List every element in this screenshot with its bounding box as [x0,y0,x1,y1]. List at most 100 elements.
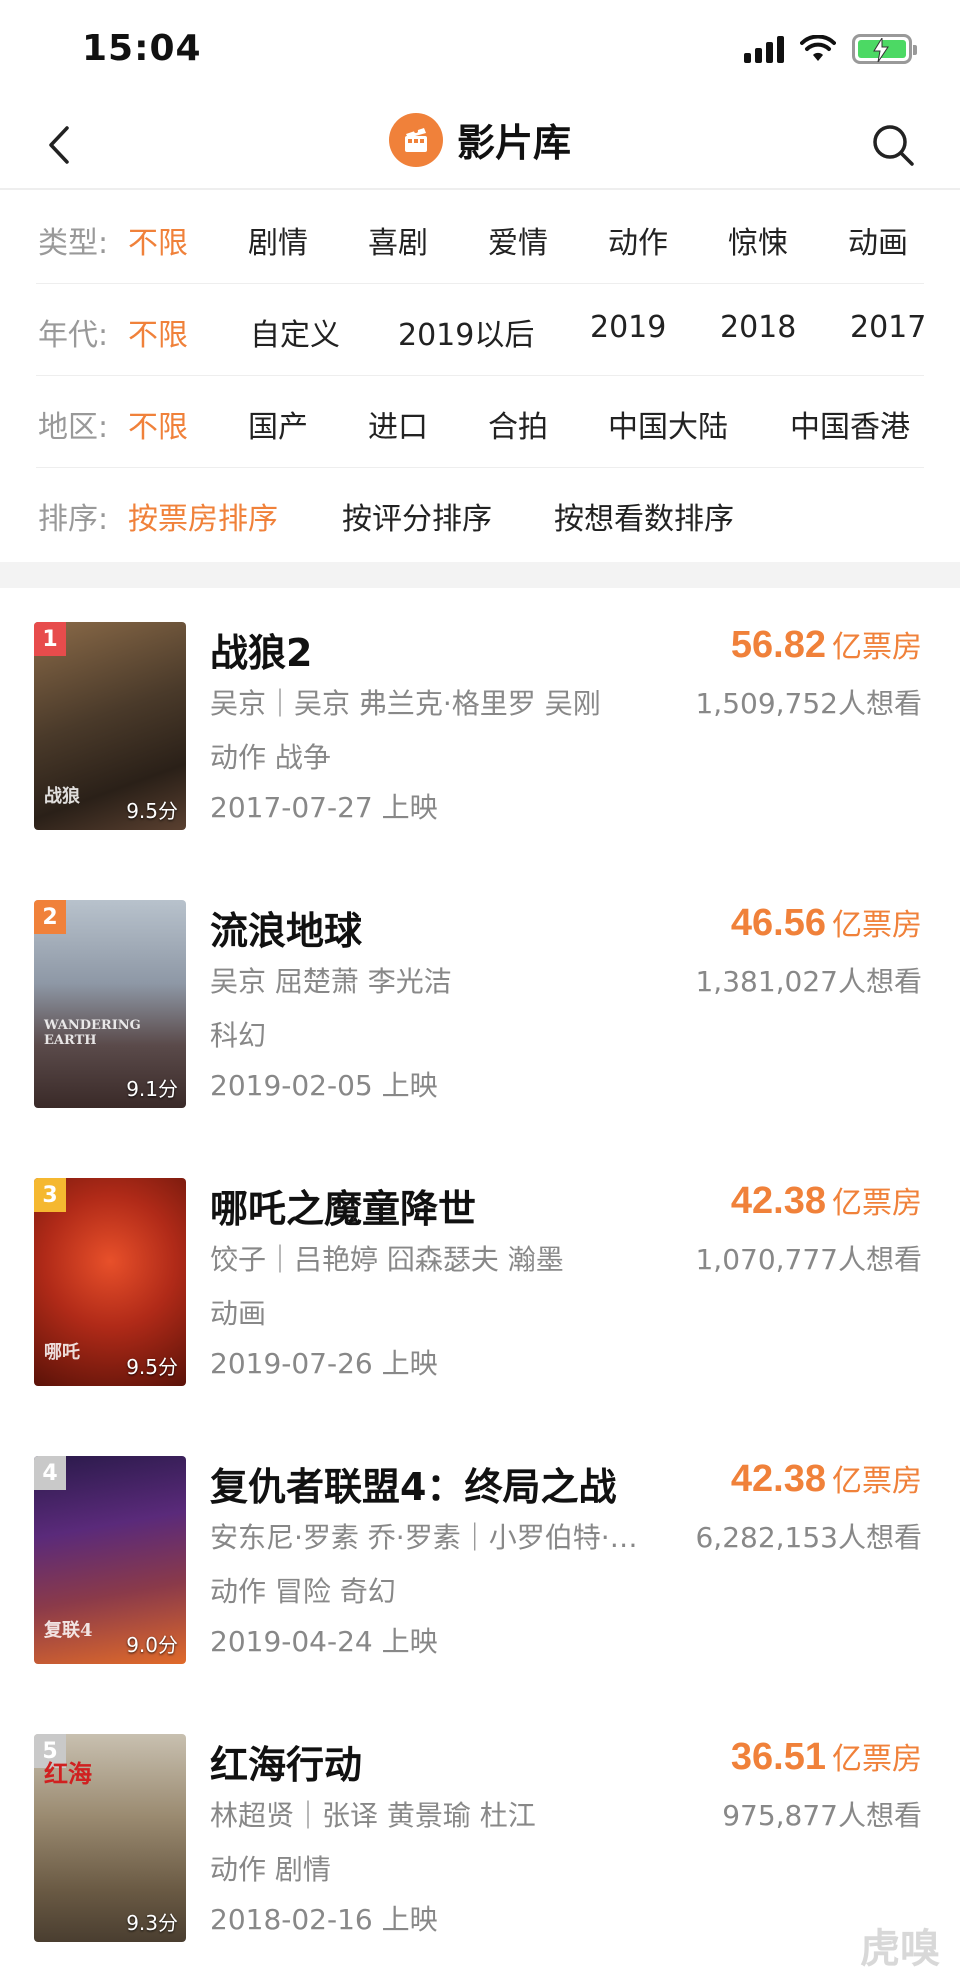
movie-release-date: 2017-07-27 上映 [210,791,438,824]
filter-year-2018[interactable]: 2018 [720,310,796,345]
poster-score: 9.5分 [126,1355,178,1379]
box-office-value: 42.38 [730,1180,826,1222]
poster-score: 9.3分 [126,1911,178,1935]
section-divider [0,562,960,588]
movie-title[interactable]: 战狼2 [210,622,312,677]
movie-item[interactable]: 5 红海 9.3分 红海行动 林超贤｜张译 黄景瑜 杜江 动作 剧情 2018-… [0,1700,960,1978]
want-count: 1,070,777人想看 [695,1243,922,1276]
box-office-unit: 亿票房 [832,908,922,943]
filter-label-region: 地区: [38,410,109,445]
filter-type-drama[interactable]: 剧情 [248,218,308,262]
status-bar: 15:04 [0,0,960,100]
filter-type-comedy[interactable]: 喜剧 [368,218,428,262]
signal-icon [744,35,784,63]
rank-badge: 1 [34,622,66,656]
poster-score: 9.1分 [126,1077,178,1101]
movie-cast: 吴京 屈楚萧 李光洁 [210,965,452,998]
filter-row-sort: 排序: 按票房排序 按评分排序 按想看数排序 [36,468,924,560]
filter-region-domestic[interactable]: 国产 [248,402,308,446]
filter-row-region: 地区: 不限 国产 进口 合拍 中国大陆 中国香港 [36,376,924,468]
movie-title[interactable]: 哪吒之魔童降世 [210,1178,476,1233]
box-office: 46.56 亿票房 [731,900,922,945]
filter-region-all[interactable]: 不限 [128,402,188,446]
movie-release-date: 2018-02-16 上映 [210,1903,438,1936]
filter-label-type: 类型: [38,226,109,261]
poster-title-art: 复联4 [44,1620,93,1641]
movie-item[interactable]: 1 战狼 9.5分 战狼2 吴京｜吴京 弗兰克·格里罗 吴刚 动作 战争 201… [0,588,960,866]
filter-row-year: 年代: 不限 自定义 2019以后 2019 2018 2017 [36,284,926,376]
wifi-icon [800,35,836,61]
filter-type-thriller[interactable]: 惊悚 [728,218,788,262]
want-count: 6,282,153人想看 [695,1521,922,1554]
box-office-unit: 亿票房 [832,1464,922,1499]
movie-item[interactable]: 3 哪吒 9.5分 哪吒之魔童降世 饺子｜吕艳婷 囧森瑟夫 瀚墨 动画 2019… [0,1144,960,1422]
movie-title[interactable]: 红海行动 [210,1734,362,1789]
movie-item[interactable]: 4 复联4 9.0分 复仇者联盟4：终局之战 安东尼·罗素 乔·罗素｜小罗伯特·… [0,1422,960,1700]
poster-title-art: 战狼 [44,786,80,807]
box-office-value: 46.56 [730,902,826,944]
filter-region-hongkong[interactable]: 中国香港 [790,402,910,446]
box-office-value: 36.51 [730,1736,826,1778]
box-office-unit: 亿票房 [832,1742,922,1777]
watermark-logo: 虎嗅 [860,1925,940,1972]
movie-item[interactable]: 2 WANDERING EARTH 9.1分 流浪地球 吴京 屈楚萧 李光洁 科… [0,866,960,1144]
poster-score: 9.5分 [126,799,178,823]
poster-score: 9.0分 [126,1633,178,1657]
filter-type-animation[interactable]: 动画 [848,218,908,262]
movie-release-date: 2019-07-26 上映 [210,1347,438,1380]
movie-cast: 林超贤｜张译 黄景瑜 杜江 [210,1799,536,1832]
filter-year-2019[interactable]: 2019 [590,310,666,345]
sort-by-want-count[interactable]: 按想看数排序 [554,494,734,538]
want-count: 1,509,752人想看 [695,687,922,720]
battery-icon [852,34,917,64]
filter-region-coproduction[interactable]: 合拍 [488,402,548,446]
box-office-value: 42.38 [730,1458,826,1500]
filter-type-all[interactable]: 不限 [128,218,188,262]
box-office: 42.38 亿票房 [731,1178,922,1223]
rank-badge: 4 [34,1456,66,1490]
filter-year-all[interactable]: 不限 [128,310,188,354]
rank-badge: 3 [34,1178,66,1212]
search-button[interactable] [866,118,920,172]
filter-type-action[interactable]: 动作 [608,218,668,262]
box-office-value: 56.82 [730,624,826,666]
movie-genre: 动作 冒险 奇幻 [210,1575,396,1608]
movie-poster[interactable]: 5 红海 9.3分 [34,1734,186,1942]
movie-poster[interactable]: 1 战狼 9.5分 [34,622,186,830]
movie-poster[interactable]: 3 哪吒 9.5分 [34,1178,186,1386]
movie-title[interactable]: 流浪地球 [210,900,362,955]
movie-poster[interactable]: 4 复联4 9.0分 [34,1456,186,1664]
sort-by-rating[interactable]: 按评分排序 [342,494,492,538]
status-time: 15:04 [82,28,202,69]
movie-genre: 动作 战争 [210,741,331,774]
filter-year-after-2019[interactable]: 2019以后 [398,310,534,354]
movie-release-date: 2019-02-05 上映 [210,1069,438,1102]
rank-badge: 2 [34,900,66,934]
filter-region-import[interactable]: 进口 [368,402,428,446]
page-title: 影片库 [456,121,571,165]
film-camera-icon [388,112,443,167]
movie-poster[interactable]: 2 WANDERING EARTH 9.1分 [34,900,186,1108]
nav-bar: 影片库 [0,100,960,190]
poster-title-art: 红海 [44,1759,92,1788]
filter-year-2017[interactable]: 2017 [850,310,926,345]
box-office: 42.38 亿票房 [731,1456,922,1501]
movie-cast: 安东尼·罗素 乔·罗素｜小罗伯特·唐尼 [210,1521,640,1554]
want-count: 1,381,027人想看 [695,965,922,998]
filter-panel: 类型: 不限 剧情 喜剧 爱情 动作 惊悚 动画 年代: 不限 自定义 2019… [0,192,960,562]
movie-cast: 吴京｜吴京 弗兰克·格里罗 吴刚 [210,687,601,720]
movie-release-date: 2019-04-24 上映 [210,1625,438,1658]
filter-type-romance[interactable]: 爱情 [488,218,548,262]
movie-cast: 饺子｜吕艳婷 囧森瑟夫 瀚墨 [210,1243,564,1276]
box-office: 56.82 亿票房 [731,622,922,667]
box-office: 36.51 亿票房 [731,1734,922,1779]
status-icons [744,34,917,64]
movie-title[interactable]: 复仇者联盟4：终局之战 [210,1456,616,1511]
sort-by-box-office[interactable]: 按票房排序 [128,494,278,538]
poster-title-art: WANDERING EARTH [44,1018,141,1048]
search-icon [873,125,914,166]
movie-genre: 动画 [210,1297,267,1330]
filter-region-mainland[interactable]: 中国大陆 [608,402,728,446]
poster-title-art: 哪吒 [44,1342,80,1363]
filter-year-custom[interactable]: 自定义 [250,310,340,354]
